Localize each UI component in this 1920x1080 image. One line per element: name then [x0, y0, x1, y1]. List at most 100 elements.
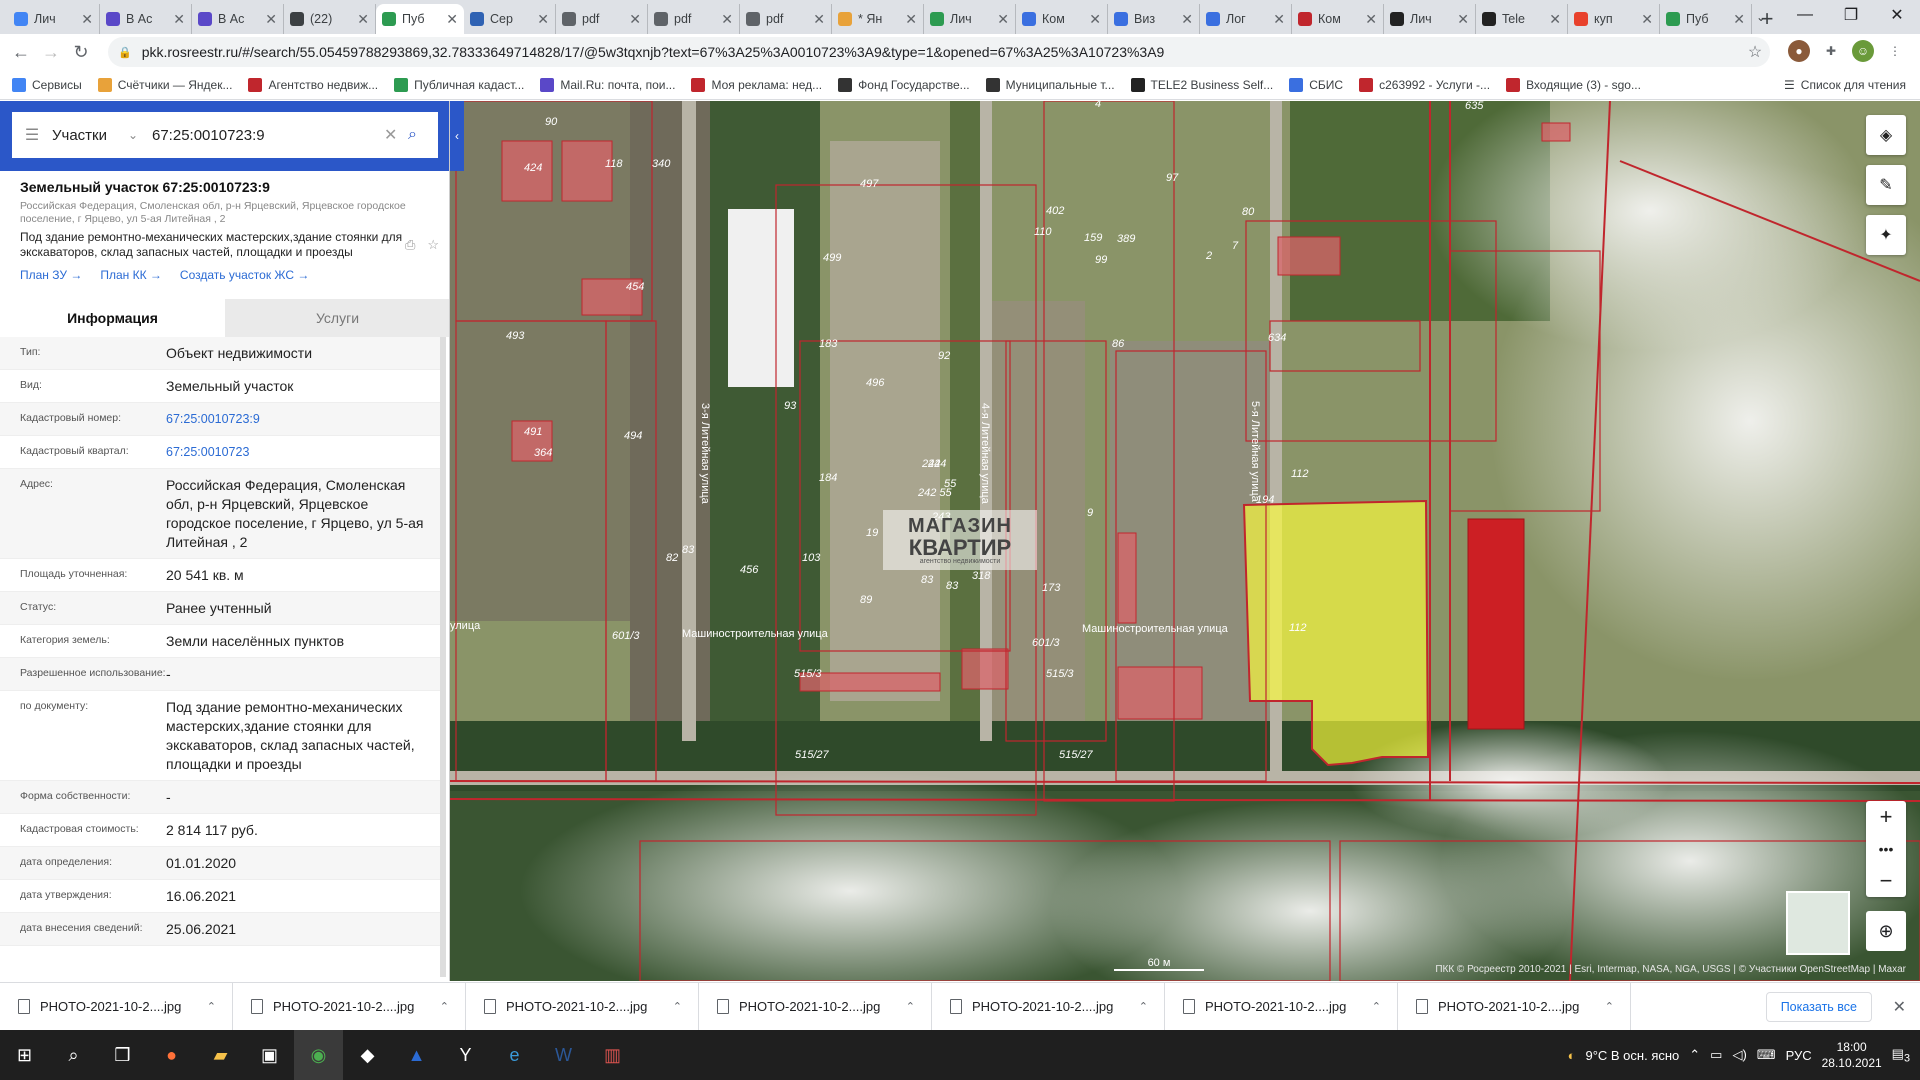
app-icon[interactable]: ▥: [588, 1030, 637, 1080]
firefox-icon[interactable]: ●: [147, 1030, 196, 1080]
close-tab-icon[interactable]: ✕: [357, 11, 369, 28]
close-tab-icon[interactable]: ✕: [1089, 11, 1101, 28]
menu-dots-icon[interactable]: ⋮: [1884, 40, 1906, 62]
tab-search-icon[interactable]: ⌄: [1750, 6, 1772, 28]
chevron-up-icon[interactable]: ⌃: [440, 1000, 449, 1013]
chevron-up-icon[interactable]: ⌃: [1605, 1000, 1614, 1013]
chrome-icon[interactable]: ◉: [294, 1030, 343, 1080]
bookmark-item[interactable]: Сервисы: [12, 77, 82, 92]
zoom-out-button[interactable]: −: [1866, 865, 1906, 897]
close-tab-icon[interactable]: ✕: [721, 11, 733, 28]
clear-icon[interactable]: ✕: [384, 125, 408, 145]
close-tab-icon[interactable]: ✕: [446, 11, 458, 28]
download-item[interactable]: PHOTO-2021-10-2....jpg ⌃: [0, 982, 233, 1031]
browser-tab[interactable]: (22) ✕: [284, 4, 376, 34]
word-icon[interactable]: W: [539, 1030, 588, 1080]
chevron-up-icon[interactable]: ⌃: [673, 1000, 682, 1013]
reload-button[interactable]: ↻: [66, 37, 96, 67]
locate-icon[interactable]: ✦: [1866, 215, 1906, 255]
download-item[interactable]: PHOTO-2021-10-2....jpg ⌃: [932, 982, 1165, 1031]
plan-zu-link[interactable]: План ЗУ →: [20, 268, 82, 282]
edge-icon[interactable]: e: [490, 1030, 539, 1080]
browser-tab[interactable]: Пуб ✕: [376, 4, 464, 34]
close-window-button[interactable]: ✕: [1874, 0, 1920, 30]
task-view-icon[interactable]: ❒: [98, 1030, 147, 1080]
close-tab-icon[interactable]: ✕: [1457, 11, 1469, 28]
bookmark-item[interactable]: СБИС: [1289, 77, 1343, 92]
bookmark-item[interactable]: Моя реклама: нед...: [691, 77, 822, 92]
bookmark-item[interactable]: Входящие (3) - sgo...: [1506, 77, 1641, 92]
start-icon[interactable]: ⊞: [0, 1030, 49, 1080]
download-item[interactable]: PHOTO-2021-10-2....jpg ⌃: [699, 982, 932, 1031]
browser-tab[interactable]: Tele ✕: [1476, 4, 1568, 34]
network-icon[interactable]: ▭: [1710, 1047, 1722, 1063]
info-value[interactable]: 67:25:0010723: [166, 443, 440, 462]
browser-tab[interactable]: pdf ✕: [556, 4, 648, 34]
bookmark-item[interactable]: c263992 - Услуги -...: [1359, 77, 1490, 92]
panel-scrollbar[interactable]: [440, 337, 446, 977]
close-tab-icon[interactable]: ✕: [1549, 11, 1561, 28]
url-text[interactable]: pkk.rosreestr.ru/#/search/55.05459788293…: [142, 44, 1740, 60]
search-type-select[interactable]: Участки: [52, 127, 128, 144]
layers-icon[interactable]: ◈: [1866, 115, 1906, 155]
back-button[interactable]: ←: [6, 37, 36, 67]
restore-button[interactable]: ❐: [1828, 0, 1874, 30]
puzzle-icon[interactable]: ✚: [1820, 40, 1842, 62]
close-tab-icon[interactable]: ✕: [81, 11, 93, 28]
browser-tab[interactable]: Лич ✕: [8, 4, 100, 34]
reading-list[interactable]: ☰ Список для чтения: [1784, 78, 1906, 92]
bookmark-star-icon[interactable]: ☆: [1740, 42, 1770, 62]
favorite-star-icon[interactable]: ☆: [427, 237, 439, 253]
search-icon[interactable]: ⌕: [408, 126, 438, 144]
bookmark-item[interactable]: Муниципальные т...: [985, 77, 1115, 92]
download-item[interactable]: PHOTO-2021-10-2....jpg ⌃: [1165, 982, 1398, 1031]
browser-tab[interactable]: куп ✕: [1568, 4, 1660, 34]
close-tab-icon[interactable]: ✕: [629, 11, 641, 28]
create-plot-link[interactable]: Создать участок ЖС →: [180, 268, 309, 282]
browser-tab[interactable]: Пуб ✕: [1660, 4, 1752, 34]
download-item[interactable]: PHOTO-2021-10-2....jpg ⌃: [1398, 982, 1631, 1031]
browser-tab[interactable]: Ком ✕: [1016, 4, 1108, 34]
browser-tab[interactable]: Лич ✕: [924, 4, 1016, 34]
chevron-up-icon[interactable]: ⌃: [1139, 1000, 1148, 1013]
close-tab-icon[interactable]: ✕: [265, 11, 277, 28]
chevron-up-icon[interactable]: ⌃: [207, 1000, 216, 1013]
map-canvas[interactable]: 90118 34042445449349136449449749918393184…: [450, 101, 1920, 981]
browser-tab[interactable]: Сер ✕: [464, 4, 556, 34]
minimap[interactable]: [1786, 891, 1850, 955]
close-downloads-icon[interactable]: ✕: [1893, 997, 1906, 1017]
forward-button[interactable]: →: [36, 37, 66, 67]
search-input[interactable]: 67:25:0010723:9: [152, 127, 384, 144]
clock[interactable]: 18:00 28.10.2021: [1822, 1039, 1882, 1071]
close-tab-icon[interactable]: ✕: [997, 11, 1009, 28]
chevron-up-icon[interactable]: ⌃: [906, 1000, 915, 1013]
notifications-icon[interactable]: ▤3: [1892, 1046, 1910, 1065]
zoom-in-button[interactable]: +: [1866, 801, 1906, 833]
close-tab-icon[interactable]: ✕: [1733, 11, 1745, 28]
browser-tab[interactable]: Лич ✕: [1384, 4, 1476, 34]
close-tab-icon[interactable]: ✕: [1273, 11, 1285, 28]
download-item[interactable]: PHOTO-2021-10-2....jpg ⌃: [233, 982, 466, 1031]
extension-icon[interactable]: ●: [1788, 40, 1810, 62]
chevron-down-icon[interactable]: ⌄: [128, 128, 152, 142]
weather-text[interactable]: 9°C В осн. ясно: [1585, 1048, 1679, 1063]
download-item[interactable]: PHOTO-2021-10-2....jpg ⌃: [466, 982, 699, 1031]
show-all-button[interactable]: Показать все: [1765, 992, 1872, 1022]
browser-tab[interactable]: pdf ✕: [648, 4, 740, 34]
zoom-more-button[interactable]: •••: [1866, 833, 1906, 865]
ruler-icon[interactable]: ✎: [1866, 165, 1906, 205]
browser-tab[interactable]: В Ас ✕: [192, 4, 284, 34]
store-icon[interactable]: ▣: [245, 1030, 294, 1080]
bookmark-item[interactable]: TELE2 Business Self...: [1130, 77, 1273, 92]
browser-tab[interactable]: В Ас ✕: [100, 4, 192, 34]
yandex-icon[interactable]: Y: [441, 1030, 490, 1080]
app-icon[interactable]: ◆: [343, 1030, 392, 1080]
minimize-button[interactable]: —: [1782, 0, 1828, 30]
app-icon[interactable]: ▲: [392, 1030, 441, 1080]
plan-kk-link[interactable]: План КК →: [100, 268, 162, 282]
close-tab-icon[interactable]: ✕: [1365, 11, 1377, 28]
browser-tab[interactable]: Ком ✕: [1292, 4, 1384, 34]
close-tab-icon[interactable]: ✕: [905, 11, 917, 28]
tab-information[interactable]: Информация: [0, 299, 225, 337]
bookmark-item[interactable]: Mail.Ru: почта, пои...: [540, 77, 675, 92]
